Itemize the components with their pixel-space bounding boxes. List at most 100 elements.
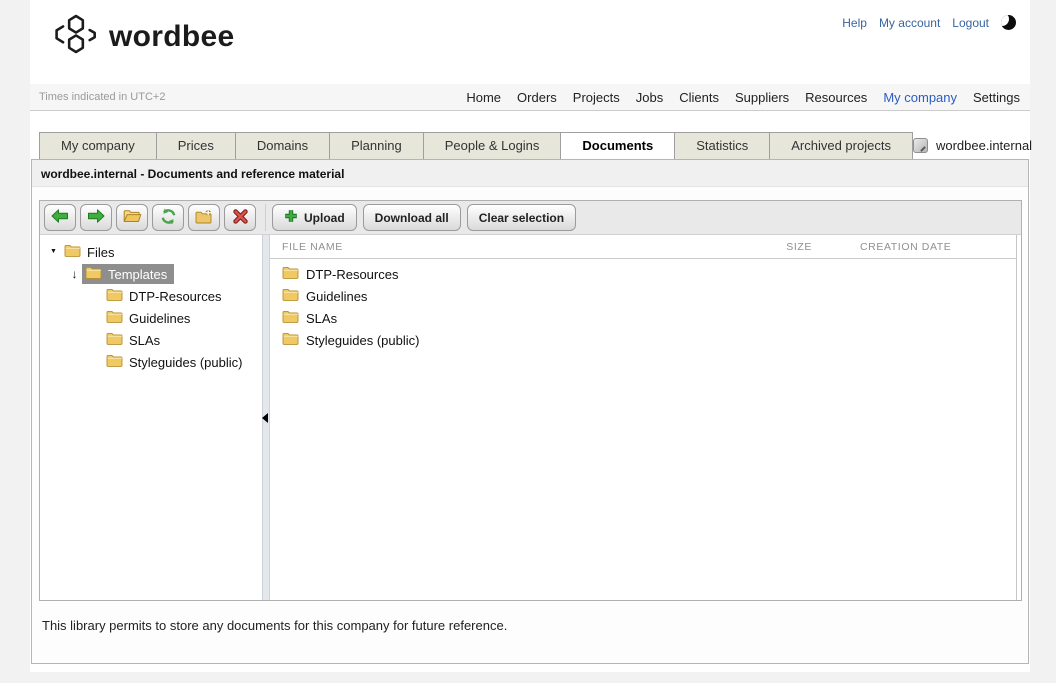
file-name: Guidelines — [306, 289, 367, 304]
open-folder-button[interactable] — [116, 204, 148, 231]
folder-icon — [106, 354, 123, 370]
plus-icon — [284, 209, 298, 226]
page-title: wordbee.internal - Documents and referen… — [32, 160, 1028, 187]
column-file-name: FILE NAME — [282, 241, 702, 253]
forward-button[interactable] — [80, 204, 112, 231]
delete-button[interactable] — [224, 204, 256, 231]
moon-icon[interactable] — [1001, 15, 1016, 30]
file-name: Styleguides (public) — [306, 333, 419, 348]
file-row[interactable]: SLAs — [270, 307, 1016, 329]
top-header: wordbee Help My account Logout — [30, 0, 1030, 84]
tab-label: My company — [61, 138, 135, 153]
tab[interactable]: Archived projects — [769, 132, 913, 159]
nav-item[interactable]: Jobs — [636, 90, 663, 105]
tab-label: Domains — [257, 138, 308, 153]
documents-panel: wordbee.internal - Documents and referen… — [31, 159, 1029, 664]
nav-item[interactable]: My company — [883, 90, 957, 105]
tree-expander-icon[interactable] — [46, 240, 61, 265]
company-icon — [913, 138, 928, 153]
back-button[interactable] — [44, 204, 76, 231]
tab[interactable]: Domains — [235, 132, 330, 159]
new-folder-icon — [195, 209, 213, 227]
download-all-button[interactable]: Download all — [363, 204, 461, 231]
nav-item[interactable]: Suppliers — [735, 90, 789, 105]
main-nav-band: Times indicated in UTC+2 Home Orders Pro… — [30, 84, 1030, 111]
tab-label: People & Logins — [445, 138, 540, 153]
nav-item[interactable]: Settings — [973, 90, 1020, 105]
folder-icon — [64, 244, 81, 260]
tree-node-label: Files — [87, 245, 114, 260]
tree-node[interactable]: Styleguides (public) — [40, 351, 262, 373]
new-folder-button[interactable] — [188, 204, 220, 231]
upload-button[interactable]: Upload — [272, 204, 357, 231]
tree-node-label: Templates — [108, 267, 167, 282]
toolbar-divider — [265, 204, 266, 231]
nav-item[interactable]: Orders — [517, 90, 557, 105]
company-context: wordbee.internal — [913, 138, 1032, 159]
page-content: wordbee Help My account Logout Times ind… — [30, 0, 1030, 672]
logout-link[interactable]: Logout — [952, 16, 989, 30]
file-row[interactable]: Guidelines — [270, 285, 1016, 307]
wordbee-logo: wordbee — [53, 12, 234, 61]
tab-label: Documents — [582, 138, 653, 153]
toolbar-icon-group — [44, 204, 263, 231]
clear-selection-label: Clear selection — [479, 211, 564, 225]
tab-row: My company Prices Domains Planning Peopl… — [30, 111, 1030, 159]
column-size: SIZE — [702, 241, 812, 253]
delete-icon — [233, 209, 248, 227]
folder-tree: Files — [40, 235, 262, 600]
tree-node-label: Styleguides (public) — [129, 355, 242, 370]
company-name: wordbee.internal — [936, 138, 1032, 153]
toolbar-text-buttons: Upload Download all Clear selection — [272, 204, 576, 231]
column-creation-date: CREATION DATE — [812, 241, 992, 253]
tab-label: Archived projects — [791, 138, 891, 153]
file-row[interactable]: Styleguides (public) — [270, 329, 1016, 351]
folder-icon — [106, 332, 123, 348]
tree-node[interactable]: DTP-Resources — [40, 285, 262, 307]
file-row[interactable]: DTP-Resources — [270, 263, 1016, 285]
download-all-label: Download all — [375, 211, 449, 225]
tree-node[interactable]: Files — [40, 241, 262, 263]
folder-icon — [85, 266, 102, 282]
folder-icon — [106, 288, 123, 304]
open-folder-icon — [123, 209, 142, 226]
folder-icon — [106, 310, 123, 326]
timezone-note: Times indicated in UTC+2 — [39, 91, 165, 103]
file-list-rows: DTP-Resources — [270, 259, 1016, 351]
folder-icon — [282, 310, 299, 326]
panel-splitter[interactable] — [262, 235, 270, 600]
tree-node-label: Guidelines — [129, 311, 190, 326]
tab[interactable]: Documents — [560, 132, 675, 159]
tree-node[interactable]: SLAs — [40, 329, 262, 351]
upload-label: Upload — [304, 211, 345, 225]
tab[interactable]: Planning — [329, 132, 424, 159]
file-manager: Upload Download all Clear selection — [39, 200, 1022, 601]
collapse-arrow-icon[interactable] — [262, 413, 268, 423]
tree-node-label: DTP-Resources — [129, 289, 221, 304]
nav-item[interactable]: Projects — [573, 90, 620, 105]
refresh-icon — [160, 208, 177, 228]
my-account-link[interactable]: My account — [879, 16, 940, 30]
arrow-back-icon — [51, 209, 69, 226]
tree-node[interactable]: Guidelines — [40, 307, 262, 329]
tab[interactable]: Prices — [156, 132, 236, 159]
tree-node-label: SLAs — [129, 333, 160, 348]
tree-node[interactable]: Templates — [40, 263, 262, 285]
main-nav: Home Orders Projects Jobs Clients Suppli… — [466, 90, 1020, 105]
nav-item[interactable]: Home — [466, 90, 501, 105]
tab-bar: My company Prices Domains Planning Peopl… — [39, 132, 913, 159]
refresh-button[interactable] — [152, 204, 184, 231]
tab[interactable]: Statistics — [674, 132, 770, 159]
tab[interactable]: My company — [39, 132, 157, 159]
nav-item[interactable]: Clients — [679, 90, 719, 105]
library-description: This library permits to store any docume… — [42, 618, 1019, 633]
clear-selection-button[interactable]: Clear selection — [467, 204, 576, 231]
tree-expander-icon[interactable] — [67, 263, 82, 285]
help-link[interactable]: Help — [842, 16, 867, 30]
file-name: DTP-Resources — [306, 267, 398, 282]
tab[interactable]: People & Logins — [423, 132, 562, 159]
nav-item[interactable]: Resources — [805, 90, 867, 105]
file-list: FILE NAME SIZE CREATION DATE — [270, 235, 1017, 600]
file-name: SLAs — [306, 311, 337, 326]
panel-body: Upload Download all Clear selection — [32, 187, 1028, 633]
